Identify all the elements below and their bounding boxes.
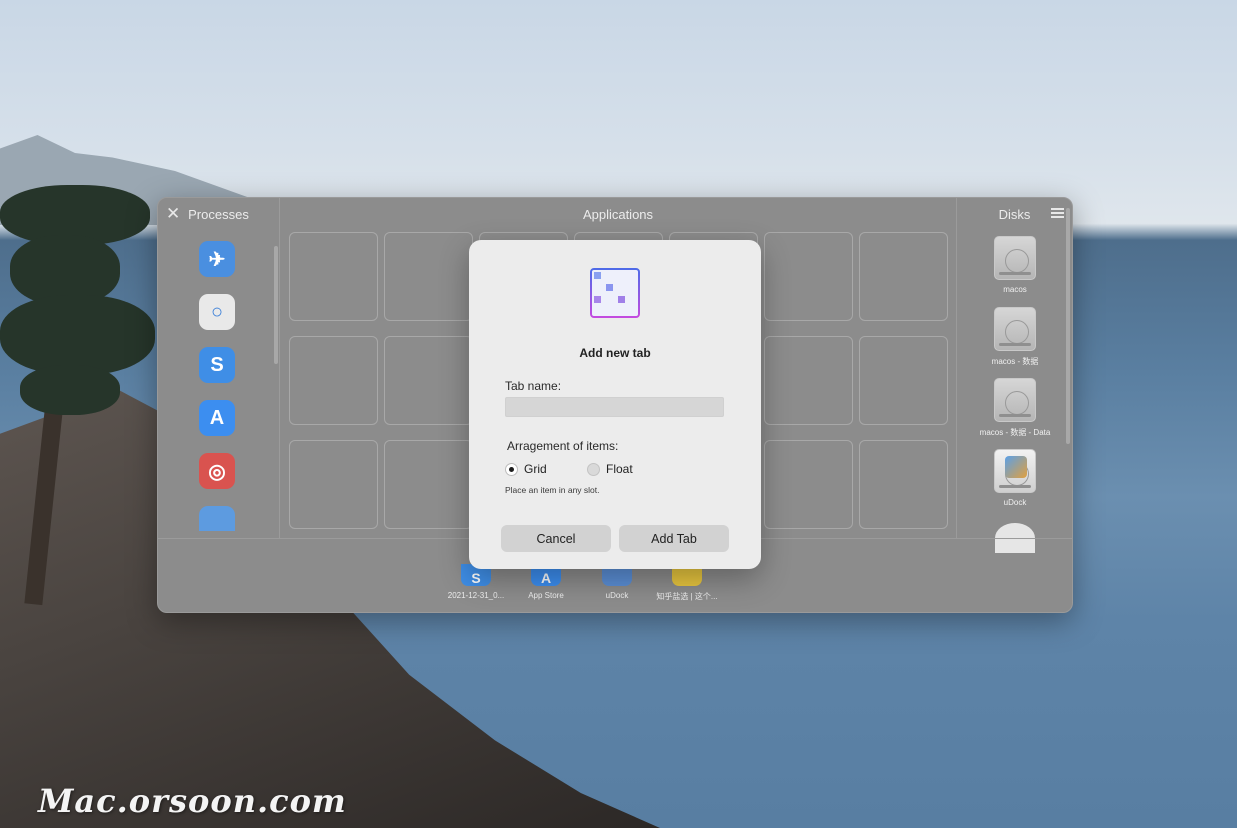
dock-item-label: 知乎盐选 | 这个... [656, 592, 718, 601]
app-store-icon[interactable]: A [199, 400, 235, 436]
disks-panel: Disks macos macos - 数据 macos - 数据 - Data uD… [956, 198, 1072, 553]
hard-disk-icon [994, 307, 1036, 351]
radio-grid-dot[interactable] [505, 462, 518, 476]
disk-label: macos - 数据 - Data [979, 428, 1051, 437]
app-slot[interactable] [384, 440, 473, 529]
dock-item-label: uDock [605, 591, 629, 600]
menu-icon[interactable] [1051, 208, 1064, 218]
disk-item[interactable]: macos - 数据 [957, 307, 1072, 367]
netease-music-icon[interactable]: ◎ [199, 453, 235, 489]
app-slot[interactable] [289, 232, 378, 321]
dialog-title: Add new tab [579, 346, 651, 360]
app-slot[interactable] [289, 440, 378, 529]
processes-panel: ✕ Processes ✈ ○ S A ◎ [158, 198, 280, 538]
watermark: Mac.orsoon.com [38, 782, 347, 820]
applications-title: Applications [582, 207, 654, 222]
maps-app-icon[interactable] [199, 506, 235, 531]
app-slot[interactable] [764, 336, 853, 425]
chat-bubble-app-icon[interactable]: ○ [199, 294, 235, 330]
add-tab-button[interactable]: Add Tab [619, 525, 729, 552]
radio-grid[interactable]: Grid [505, 462, 547, 476]
disk-item[interactable]: uDock [957, 449, 1072, 507]
dock-item[interactable]: 知乎盐选 | 这个... [652, 564, 722, 602]
app-slot[interactable] [764, 440, 853, 529]
background-tree [0, 175, 160, 606]
processes-title: Processes [188, 207, 249, 222]
dock-item-label: App Store [528, 591, 564, 600]
dock-item[interactable]: S 2021-12-31_0... [441, 564, 511, 600]
app-slot[interactable] [384, 232, 473, 321]
app-slot[interactable] [384, 336, 473, 425]
radio-float-dot[interactable] [587, 462, 600, 476]
s-app-icon[interactable]: S [199, 347, 235, 383]
udock-disk-icon [994, 449, 1036, 493]
disk-label: uDock [1003, 498, 1027, 507]
disk-item[interactable]: macos - 数据 - Data [957, 378, 1072, 438]
radio-float-label: Float [606, 462, 633, 476]
app-slot[interactable] [859, 232, 948, 321]
app-slot[interactable] [859, 440, 948, 529]
udock-logo-icon [1005, 456, 1027, 478]
dock-item-label: 2021-12-31_0... [447, 591, 505, 600]
dock-item[interactable]: A App Store [511, 564, 581, 600]
grid-tab-icon [590, 268, 640, 318]
arrangement-hint: Place an item in any slot. [505, 485, 600, 495]
tab-name-label: Tab name: [505, 379, 562, 393]
app-slot[interactable] [859, 336, 948, 425]
radio-float[interactable]: Float [587, 462, 633, 476]
dock-item[interactable]: uDock [582, 564, 652, 600]
disk-label: macos [1003, 285, 1027, 294]
arrangement-label: Arragement of items: [507, 439, 619, 453]
paper-plane-app-icon[interactable]: ✈ [199, 241, 235, 277]
hard-disk-icon [994, 378, 1036, 422]
radio-grid-label: Grid [524, 462, 547, 476]
app-slot[interactable] [764, 232, 853, 321]
tab-name-input[interactable] [505, 397, 724, 417]
processes-scrollbar[interactable] [274, 246, 278, 364]
hard-disk-icon [994, 236, 1036, 280]
disk-label: macos - 数据 [991, 357, 1039, 366]
add-tab-dialog: Add new tab Tab name: Arragement of item… [469, 240, 761, 569]
cancel-button[interactable]: Cancel [501, 525, 611, 552]
app-slot[interactable] [289, 336, 378, 425]
disks-scrollbar[interactable] [1066, 208, 1070, 444]
disk-item[interactable]: macos [957, 236, 1072, 294]
